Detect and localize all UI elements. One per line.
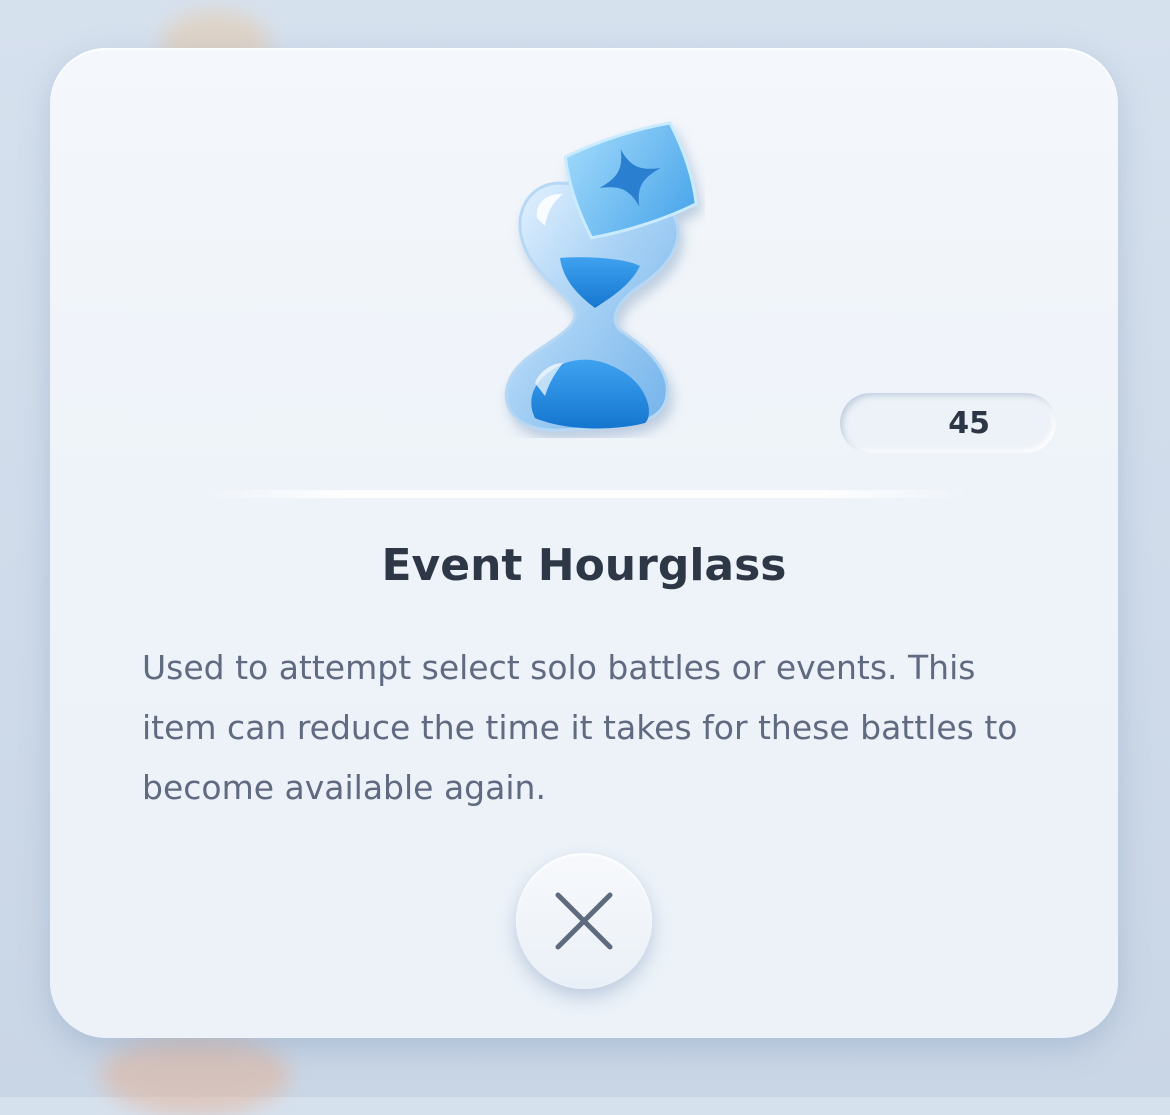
close-button[interactable]	[516, 853, 652, 989]
event-hourglass-icon	[465, 98, 705, 438]
item-description: Used to attempt select solo battles or e…	[142, 648, 1018, 807]
item-title: Event Hourglass	[381, 540, 787, 591]
background-character-blur	[100, 1035, 290, 1115]
item-count-badge: 45	[840, 393, 1056, 453]
section-divider	[200, 490, 970, 498]
close-icon	[555, 892, 613, 950]
item-info-dialog: 45 Event Hourglass Used to attempt selec…	[50, 48, 1118, 1038]
